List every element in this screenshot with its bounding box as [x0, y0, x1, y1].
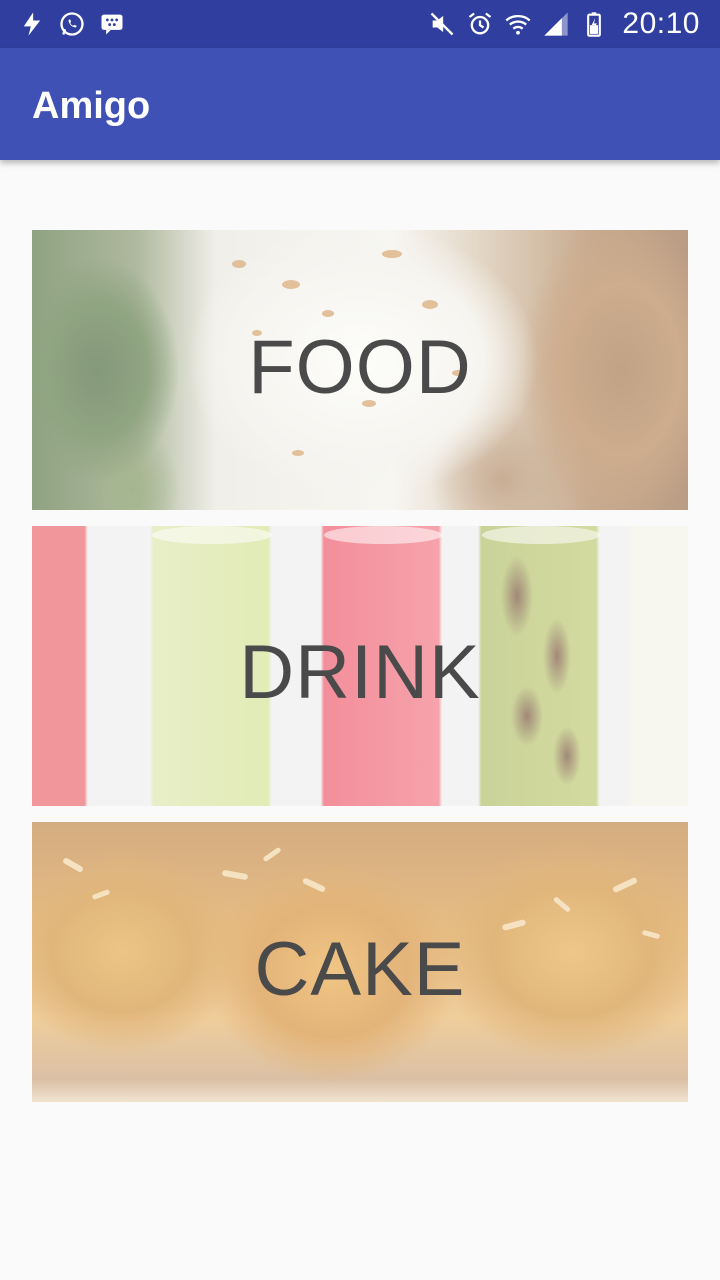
signal-icon — [542, 10, 570, 38]
whatsapp-icon — [58, 10, 86, 38]
category-card-drink[interactable]: DRINK — [32, 526, 688, 806]
mute-icon — [428, 10, 456, 38]
category-card-cake[interactable]: CAKE — [32, 822, 688, 1102]
category-card-food[interactable]: FOOD — [32, 230, 688, 510]
system-icons: 20:10 — [428, 7, 700, 40]
category-label: DRINK — [239, 629, 481, 715]
bbm-icon — [98, 10, 126, 38]
clock: 20:10 — [622, 7, 700, 40]
app-title: Amigo — [32, 85, 151, 127]
app-bar: Amigo — [0, 48, 720, 160]
wifi-icon — [504, 10, 532, 38]
flash-icon — [18, 10, 46, 38]
category-label: CAKE — [254, 926, 466, 1012]
status-bar: 20:10 — [0, 0, 720, 48]
battery-icon — [580, 10, 608, 38]
alarm-icon — [466, 10, 494, 38]
notification-icons — [18, 8, 126, 40]
category-label: FOOD — [248, 324, 472, 410]
